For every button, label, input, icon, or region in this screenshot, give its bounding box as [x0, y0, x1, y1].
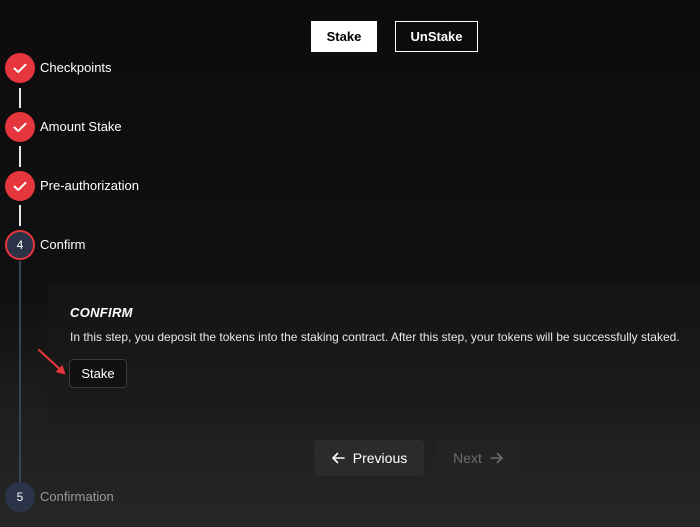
step-connector — [19, 261, 21, 483]
red-arrow-icon — [37, 348, 66, 375]
step-connector — [19, 88, 21, 108]
step-3-indicator — [5, 171, 35, 201]
arrow-left-icon — [331, 452, 345, 464]
previous-button-label: Previous — [352, 450, 408, 466]
step-4-indicator: 4 — [5, 230, 35, 260]
next-button-label: Next — [453, 450, 482, 466]
unstake-tab-label: UnStake — [410, 29, 463, 44]
step-4-number: 4 — [16, 238, 24, 252]
step-connector — [19, 146, 21, 167]
confirm-card-description: In this step, you deposit the tokens int… — [70, 330, 680, 344]
check-icon — [13, 181, 27, 191]
step-5-indicator: 5 — [5, 482, 35, 512]
check-icon — [13, 122, 27, 132]
step-connector — [19, 205, 21, 226]
step-5-label: Confirmation — [40, 489, 114, 504]
next-button[interactable]: Next — [436, 440, 521, 476]
step-1-label: Checkpoints — [40, 60, 112, 75]
unstake-tab-button[interactable]: UnStake — [395, 21, 478, 52]
confirm-card: CONFIRM In this step, you deposit the to… — [47, 282, 700, 425]
arrow-right-icon — [490, 452, 504, 464]
step-4-label: Confirm — [40, 237, 86, 252]
previous-button[interactable]: Previous — [314, 440, 424, 476]
confirm-stake-button-label: Stake — [81, 366, 115, 381]
step-5-number: 5 — [16, 490, 24, 504]
stake-tab-label: Stake — [326, 29, 362, 44]
confirm-stake-button[interactable]: Stake — [69, 359, 127, 388]
confirm-card-title: CONFIRM — [70, 305, 133, 320]
check-icon — [13, 63, 27, 73]
step-3-label: Pre-authorization — [40, 178, 139, 193]
stake-tab-button[interactable]: Stake — [311, 21, 377, 52]
step-2-label: Amount Stake — [40, 119, 122, 134]
step-1-indicator — [5, 53, 35, 83]
step-2-indicator — [5, 112, 35, 142]
